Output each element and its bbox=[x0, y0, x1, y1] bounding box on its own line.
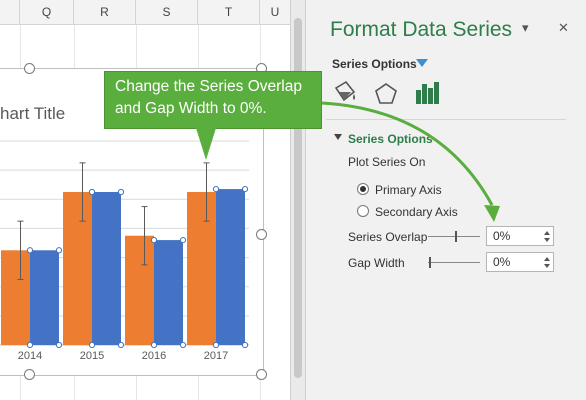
spin-down-icon[interactable] bbox=[544, 264, 550, 268]
fill-line-tab[interactable] bbox=[328, 78, 360, 112]
series-overlap-spinner[interactable]: 0% bbox=[486, 226, 554, 246]
gap-width-spinner[interactable]: 0% bbox=[486, 252, 554, 272]
bar-selection-handle[interactable] bbox=[88, 188, 96, 196]
chart-bar[interactable] bbox=[216, 189, 245, 345]
chart-resize-handle[interactable] bbox=[24, 369, 35, 380]
chevron-down-icon: ▾ bbox=[522, 20, 529, 35]
column-header-r[interactable]: R bbox=[74, 0, 136, 24]
gap-width-value[interactable]: 0% bbox=[493, 255, 510, 269]
chart-resize-handle[interactable] bbox=[24, 63, 35, 74]
bar-selection-handle[interactable] bbox=[241, 185, 249, 193]
gap-width-slider[interactable] bbox=[428, 262, 480, 263]
series-overlap-label: Series Overlap bbox=[348, 230, 428, 244]
bar-selection-handle[interactable] bbox=[55, 247, 63, 254]
pane-title: Format Data Series bbox=[330, 18, 513, 41]
chart-bar[interactable] bbox=[92, 192, 121, 345]
bar-selection-handle[interactable] bbox=[212, 341, 220, 349]
primary-axis-label[interactable]: Primary Axis bbox=[375, 183, 442, 197]
x-tick-label: 2015 bbox=[80, 350, 104, 362]
bar-selection-handle[interactable] bbox=[179, 236, 187, 244]
chart-bar[interactable] bbox=[154, 240, 183, 345]
column-header-label: Q bbox=[41, 5, 52, 19]
pane-close-button[interactable]: ✕ bbox=[558, 20, 569, 36]
gap-width-slider-knob[interactable] bbox=[429, 257, 431, 268]
x-tick-label: 2014 bbox=[18, 350, 42, 362]
bar-selection-handle[interactable] bbox=[150, 236, 158, 244]
format-data-series-pane: Format Data Series ▾ ✕ Series Options Se… bbox=[306, 0, 586, 400]
fill-line-icon bbox=[334, 80, 356, 102]
effects-tab[interactable] bbox=[370, 78, 402, 112]
bar-selection-handle[interactable] bbox=[150, 341, 158, 349]
x-tick-label: 2016 bbox=[142, 350, 166, 362]
bar-selection-handle[interactable] bbox=[26, 341, 34, 349]
series-overlap-value[interactable]: 0% bbox=[493, 229, 510, 243]
section-collapse-icon[interactable] bbox=[334, 134, 342, 140]
bar-selection-handle[interactable] bbox=[88, 341, 96, 349]
spin-up-icon[interactable] bbox=[544, 257, 550, 261]
column-header-strip: Q R S T U bbox=[0, 0, 290, 25]
column-header-label: U bbox=[270, 5, 280, 19]
column-header-q[interactable]: Q bbox=[20, 0, 74, 24]
spin-up-icon[interactable] bbox=[544, 231, 550, 235]
chart-title[interactable]: hart Title bbox=[0, 104, 65, 124]
bar-selection-handle[interactable] bbox=[26, 247, 34, 254]
bar-selection-handle[interactable] bbox=[212, 185, 220, 193]
series-options-dropdown[interactable]: Series Options bbox=[332, 57, 417, 71]
chart-bar[interactable] bbox=[30, 250, 59, 345]
plot-series-on-label: Plot Series On bbox=[348, 155, 426, 169]
bar-selection-handle[interactable] bbox=[117, 188, 125, 196]
section-header-series-options[interactable]: Series Options bbox=[348, 132, 433, 146]
bar-selection-handle[interactable] bbox=[55, 341, 63, 349]
x-tick-label: 2017 bbox=[204, 350, 228, 362]
chart-resize-handle[interactable] bbox=[256, 369, 267, 380]
chart-bar[interactable] bbox=[125, 235, 154, 345]
series-overlap-slider[interactable] bbox=[428, 236, 480, 237]
column-header-label: R bbox=[100, 5, 109, 19]
column-header-u[interactable]: U bbox=[260, 0, 290, 24]
series-options-tab[interactable] bbox=[410, 78, 442, 112]
column-header-t[interactable]: T bbox=[198, 0, 260, 24]
column-header-label: T bbox=[224, 5, 233, 19]
effects-pentagon-icon bbox=[375, 83, 397, 104]
close-icon: ✕ bbox=[558, 20, 569, 35]
chart-bar[interactable] bbox=[63, 192, 92, 345]
instruction-callout: Change the Series Overlap and Gap Width … bbox=[104, 71, 322, 129]
primary-axis-radio[interactable] bbox=[357, 183, 369, 195]
bar-selection-handle[interactable] bbox=[117, 341, 125, 349]
spin-down-icon[interactable] bbox=[544, 238, 550, 242]
secondary-axis-label[interactable]: Secondary Axis bbox=[375, 205, 458, 219]
bar-selection-handle[interactable] bbox=[179, 341, 187, 349]
chart-bar[interactable] bbox=[187, 192, 216, 345]
chart-bar[interactable] bbox=[1, 250, 30, 345]
bar-selection-handle[interactable] bbox=[241, 341, 249, 349]
column-header-label: S bbox=[162, 5, 171, 19]
column-header-blank[interactable] bbox=[0, 0, 20, 24]
series-overlap-slider-knob[interactable] bbox=[455, 231, 457, 242]
series-options-bar-icon bbox=[416, 82, 439, 104]
secondary-axis-radio[interactable] bbox=[357, 205, 369, 217]
pane-dropdown-button[interactable]: ▾ bbox=[522, 20, 529, 36]
chart-resize-handle[interactable] bbox=[256, 229, 267, 240]
gap-width-label: Gap Width bbox=[348, 256, 405, 270]
vertical-scrollbar[interactable] bbox=[290, 0, 306, 400]
section-divider bbox=[326, 119, 566, 120]
series-options-chevron-icon[interactable] bbox=[416, 59, 428, 67]
callout-text: Change the Series Overlap and Gap Width … bbox=[115, 78, 302, 117]
column-header-s[interactable]: S bbox=[136, 0, 198, 24]
